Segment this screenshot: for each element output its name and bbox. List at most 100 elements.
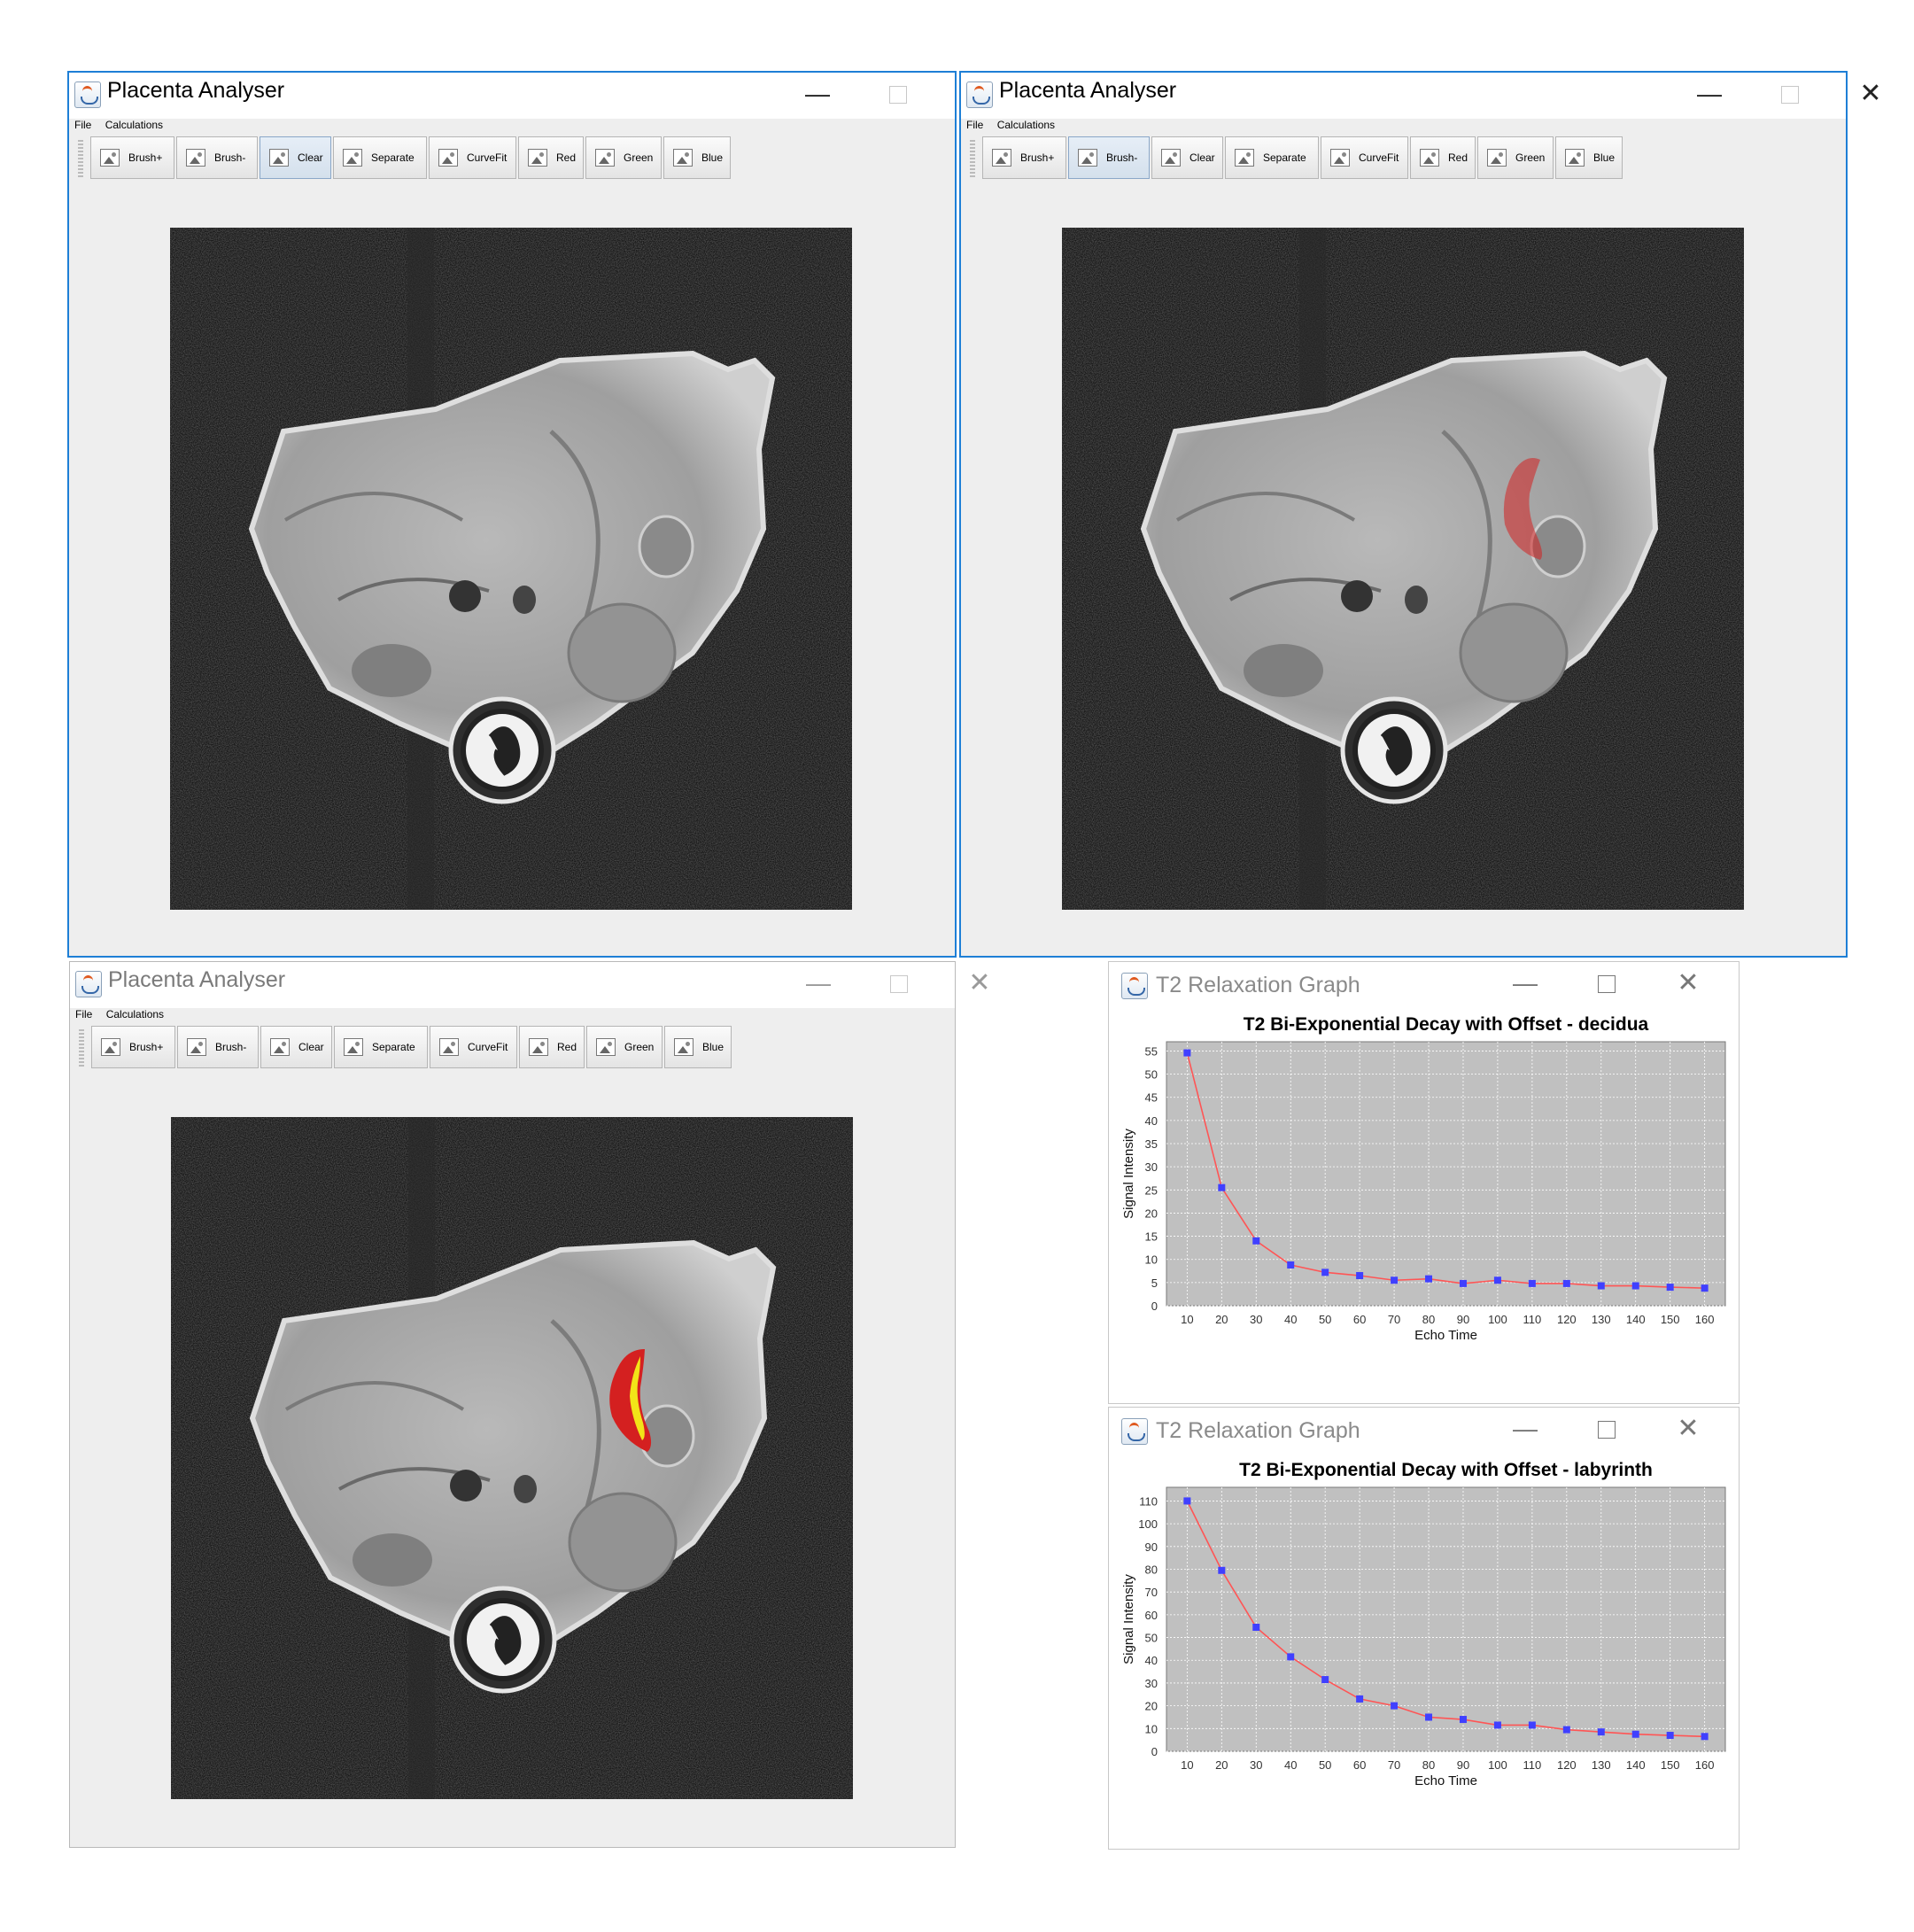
close-button[interactable]: ✕ <box>1844 74 1897 113</box>
window-title: T2 Relaxation Graph <box>1156 973 1360 997</box>
menu-calculations[interactable]: Calculations <box>997 119 1055 131</box>
x-tick-label: 150 <box>1661 1313 1680 1326</box>
close-button[interactable]: ✕ <box>1662 964 1715 1003</box>
red-button[interactable]: Red <box>519 1026 585 1068</box>
menu-calculations[interactable]: Calculations <box>105 119 163 131</box>
x-tick-label: 110 <box>1523 1313 1542 1326</box>
maximize-button[interactable] <box>872 964 926 1003</box>
maximize-button[interactable] <box>872 74 925 113</box>
separate-button[interactable]: Separate <box>1225 136 1319 179</box>
green-button[interactable]: Green <box>1477 136 1554 179</box>
java-app-icon <box>966 81 993 108</box>
title-bar[interactable]: T2 Relaxation Graph — ✕ <box>1109 962 1739 1006</box>
title-bar[interactable]: Placenta Analyser — ✕ <box>70 962 991 1008</box>
menu-file[interactable]: File <box>75 1008 92 1020</box>
brush-minus-button[interactable]: Brush- <box>1068 136 1150 179</box>
data-point <box>1391 1276 1399 1284</box>
green-button[interactable]: Green <box>586 1026 663 1068</box>
x-tick-label: 120 <box>1557 1313 1577 1326</box>
data-point <box>1425 1713 1433 1721</box>
x-tick-label: 60 <box>1353 1758 1366 1772</box>
image-icon <box>1330 149 1350 167</box>
x-tick-label: 50 <box>1319 1313 1331 1326</box>
data-point <box>1459 1279 1467 1287</box>
menu-bar: File Calculations <box>75 1008 174 1028</box>
brush-minus-button[interactable]: Brush- <box>177 1026 259 1068</box>
image-icon <box>186 149 205 167</box>
menu-file[interactable]: File <box>74 119 91 131</box>
clear-button[interactable]: Clear <box>260 136 331 179</box>
data-point <box>1218 1566 1226 1574</box>
image-icon <box>595 149 615 167</box>
minimize-button[interactable]: — <box>1499 964 1552 1003</box>
clear-button[interactable]: Clear <box>260 1026 332 1068</box>
data-point <box>1287 1261 1295 1269</box>
java-app-icon <box>1121 973 1148 999</box>
data-point <box>1666 1284 1674 1292</box>
maximize-button[interactable] <box>1580 964 1633 1003</box>
data-point <box>1701 1733 1709 1741</box>
brush-plus-button[interactable]: Brush+ <box>90 136 174 179</box>
title-bar[interactable]: Placenta Analyser — ✕ <box>961 73 1882 119</box>
data-point <box>1631 1730 1639 1738</box>
y-tick-label: 0 <box>1151 1745 1158 1758</box>
y-tick-label: 80 <box>1145 1563 1158 1576</box>
red-button[interactable]: Red <box>518 136 584 179</box>
window-title: Placenta Analyser <box>999 78 1177 103</box>
image-icon <box>1078 149 1097 167</box>
mri-image-canvas[interactable] <box>171 1117 853 1799</box>
y-tick-label: 50 <box>1145 1068 1158 1082</box>
data-point <box>1493 1276 1501 1284</box>
x-tick-label: 100 <box>1488 1758 1507 1772</box>
data-point <box>1666 1732 1674 1740</box>
minimize-button[interactable]: — <box>1499 1409 1552 1448</box>
data-point <box>1287 1653 1295 1661</box>
separate-button[interactable]: Separate <box>333 136 427 179</box>
curvefit-button[interactable]: CurveFit <box>429 136 516 179</box>
menu-calculations[interactable]: Calculations <box>106 1008 164 1020</box>
close-button[interactable]: ✕ <box>1662 1409 1715 1448</box>
data-point <box>1356 1695 1364 1703</box>
image-icon <box>269 149 289 167</box>
clear-button[interactable]: Clear <box>1151 136 1223 179</box>
image-icon <box>100 149 120 167</box>
brush-minus-button[interactable]: Brush- <box>176 136 258 179</box>
y-tick-label: 15 <box>1145 1230 1158 1244</box>
toolbar-grip[interactable] <box>970 140 975 177</box>
minimize-button[interactable]: — <box>1683 74 1736 113</box>
x-tick-label: 90 <box>1457 1758 1469 1772</box>
blue-button[interactable]: Blue <box>663 136 731 179</box>
toolbar-grip[interactable] <box>78 140 83 177</box>
x-tick-label: 130 <box>1592 1758 1611 1772</box>
minimize-button[interactable]: — <box>792 964 845 1003</box>
y-tick-label: 0 <box>1151 1300 1158 1313</box>
x-tick-label: 70 <box>1388 1758 1400 1772</box>
separate-button[interactable]: Separate <box>334 1026 428 1068</box>
maximize-button[interactable] <box>1763 74 1817 113</box>
data-point <box>1391 1702 1399 1710</box>
red-button[interactable]: Red <box>1410 136 1476 179</box>
menu-file[interactable]: File <box>966 119 983 131</box>
y-tick-label: 30 <box>1145 1160 1158 1174</box>
image-icon <box>343 149 362 167</box>
mri-image-canvas[interactable] <box>1062 228 1744 910</box>
brush-plus-button[interactable]: Brush+ <box>91 1026 175 1068</box>
close-button[interactable]: ✕ <box>953 964 1006 1003</box>
minimize-button[interactable]: — <box>791 74 844 113</box>
curvefit-button[interactable]: CurveFit <box>1321 136 1408 179</box>
blue-button[interactable]: Blue <box>1555 136 1623 179</box>
y-tick-label: 25 <box>1145 1183 1158 1197</box>
title-bar[interactable]: Placenta Analyser — ✕ <box>69 73 990 119</box>
maximize-button[interactable] <box>1580 1409 1633 1448</box>
title-bar[interactable]: T2 Relaxation Graph — ✕ <box>1109 1408 1739 1452</box>
data-point <box>1252 1237 1260 1245</box>
plot-area <box>1166 1041 1726 1307</box>
toolbar-grip[interactable] <box>79 1029 84 1067</box>
brush-plus-button[interactable]: Brush+ <box>982 136 1066 179</box>
y-tick-label: 40 <box>1145 1114 1158 1128</box>
green-button[interactable]: Green <box>585 136 662 179</box>
x-tick-label: 60 <box>1353 1313 1366 1326</box>
blue-button[interactable]: Blue <box>664 1026 732 1068</box>
curvefit-button[interactable]: CurveFit <box>430 1026 517 1068</box>
mri-image-canvas[interactable] <box>170 228 852 910</box>
